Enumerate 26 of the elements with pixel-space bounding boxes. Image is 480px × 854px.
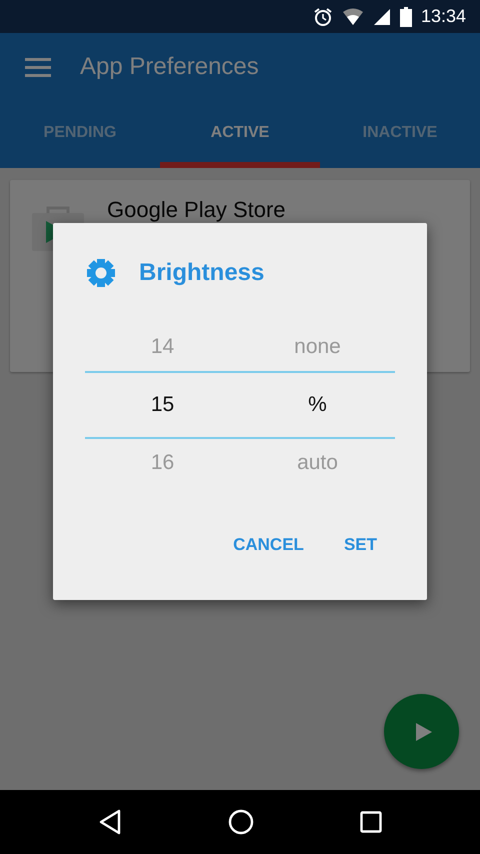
picker-value[interactable]: none bbox=[240, 335, 395, 359]
tab[interactable]: ACTIVE bbox=[160, 101, 320, 168]
picker-value[interactable]: auto bbox=[240, 451, 395, 475]
dialog-button[interactable]: SET bbox=[332, 527, 389, 563]
signal-icon bbox=[372, 8, 391, 26]
status-time: 13:34 bbox=[420, 6, 466, 27]
app-name: Google Play Store bbox=[107, 197, 286, 223]
dialog-title: Brightness bbox=[139, 259, 264, 287]
alarm-icon bbox=[312, 6, 333, 26]
picker-value[interactable]: 16 bbox=[85, 451, 240, 475]
home-icon bbox=[228, 809, 254, 835]
picker-value[interactable]: 14 bbox=[85, 335, 240, 359]
recents-icon bbox=[360, 811, 382, 833]
tab[interactable]: INACTIVE bbox=[320, 101, 480, 168]
play-icon bbox=[416, 722, 432, 740]
app-title: App Preferences bbox=[80, 53, 259, 81]
battery-icon bbox=[400, 6, 412, 26]
picker-value[interactable]: 15 bbox=[85, 393, 240, 417]
picker-value[interactable]: % bbox=[240, 393, 395, 417]
menu-icon bbox=[25, 57, 51, 77]
tab[interactable]: PENDING bbox=[0, 101, 160, 168]
back-icon bbox=[98, 809, 122, 835]
brightness-icon bbox=[86, 258, 116, 288]
dialog-button[interactable]: CANCEL bbox=[221, 527, 316, 563]
wifi-icon bbox=[342, 8, 364, 26]
play-button[interactable] bbox=[384, 694, 459, 769]
